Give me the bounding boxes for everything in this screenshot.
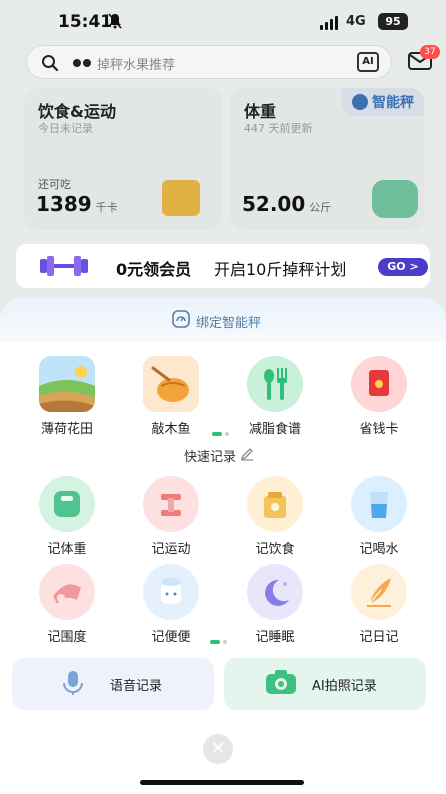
sheet-header: 绑定智能秤 xyxy=(0,298,446,342)
record-diary[interactable]: 记日记 xyxy=(334,564,424,645)
remaining-label: 还可吃 xyxy=(38,178,71,191)
record-diet[interactable]: 记饮食 xyxy=(230,476,320,557)
food-bag-icon xyxy=(247,476,303,532)
mail-badge: 37 xyxy=(420,45,440,59)
fork-spoon-icon xyxy=(247,356,303,412)
ai-photo-record-button[interactable]: AI拍照记录 xyxy=(224,658,426,710)
page-indicator xyxy=(210,640,227,644)
bind-scale-link[interactable]: 绑定智能秤 xyxy=(172,310,261,332)
feature-label: 省钱卡 xyxy=(359,422,399,437)
banner-subtitle: 开启10斤掉秤计划 xyxy=(214,260,347,279)
calorie-value: 1389 千卡 xyxy=(36,192,118,216)
search-placeholder: 掉秤水果推荐 xyxy=(97,58,176,73)
ai-scan-button[interactable]: AI xyxy=(357,52,379,72)
battery-icon: 95 xyxy=(378,13,408,30)
smart-scale-badge[interactable]: 智能秤 xyxy=(342,88,424,116)
feature-saving-card[interactable]: 省钱卡 xyxy=(334,356,424,437)
card-title: 饮食&运动 xyxy=(38,102,116,121)
mute-bell-icon xyxy=(108,13,122,33)
record-label: 记饮食 xyxy=(255,542,295,557)
voice-record-label: 语音记录 xyxy=(110,678,163,694)
card-subtitle: 447 天前更新 xyxy=(244,122,313,135)
record-exercise[interactable]: 记运动 xyxy=(126,476,216,557)
record-label: 记围度 xyxy=(47,630,87,645)
scale-gauge-icon xyxy=(172,310,190,332)
status-time: 15:41 xyxy=(58,12,113,32)
record-water[interactable]: 记喝水 xyxy=(334,476,424,557)
scale-gauge-icon xyxy=(352,94,368,110)
scale-icon xyxy=(372,180,418,218)
record-label: 记便便 xyxy=(151,630,191,645)
feature-label: 减脂食谱 xyxy=(248,422,301,437)
record-label: 记体重 xyxy=(47,542,87,557)
water-cup-icon xyxy=(351,476,407,532)
diet-exercise-card[interactable]: 饮食&运动 今日未记录 还可吃 1389 千卡 xyxy=(24,88,222,230)
toilet-paper-icon xyxy=(143,564,199,620)
microphone-icon xyxy=(58,667,88,701)
tape-measure-icon xyxy=(39,564,95,620)
search-bar[interactable]: 掉秤水果推荐 AI xyxy=(26,45,392,79)
record-sleep[interactable]: 记睡眠 xyxy=(230,564,320,645)
feather-pen-icon xyxy=(351,564,407,620)
farm-icon xyxy=(39,356,95,412)
scale-icon xyxy=(39,476,95,532)
close-icon: ✕ xyxy=(210,738,226,759)
quick-action-sheet: 绑定智能秤 薄荷花田 敲木鱼 减脂食谱 省钱卡 快速记录 记体重 记运动 记饮食… xyxy=(0,298,446,794)
dumbbell-icon xyxy=(143,476,199,532)
membership-banner[interactable]: 0元领会员 开启10斤掉秤计划 GO > xyxy=(16,244,430,288)
record-label: 记运动 xyxy=(151,542,191,557)
voice-record-button[interactable]: 语音记录 xyxy=(12,658,214,710)
home-indicator xyxy=(140,780,304,785)
record-bowel[interactable]: 记便便 xyxy=(126,564,216,645)
feature-label: 敲木鱼 xyxy=(151,422,191,437)
food-bag-icon xyxy=(162,180,200,216)
record-weight[interactable]: 记体重 xyxy=(22,476,112,557)
close-button[interactable]: ✕ xyxy=(203,734,233,764)
network-type: 4G xyxy=(346,14,366,29)
wooden-fish-icon xyxy=(143,356,199,412)
record-label: 记日记 xyxy=(359,630,399,645)
dumbbell-icon xyxy=(38,255,90,281)
feature-mint-farm[interactable]: 薄荷花田 xyxy=(22,356,112,437)
card-title: 体重 xyxy=(244,102,277,121)
feature-diet-recipe[interactable]: 减脂食谱 xyxy=(230,356,320,437)
search-icon xyxy=(41,54,59,76)
go-button[interactable]: GO > xyxy=(378,258,428,276)
moon-icon xyxy=(247,564,303,620)
red-envelope-icon xyxy=(351,356,407,412)
page-indicator xyxy=(212,432,229,436)
edit-pencil-icon[interactable] xyxy=(240,447,254,465)
ai-photo-record-label: AI拍照记录 xyxy=(312,678,377,694)
record-label: 记喝水 xyxy=(359,542,399,557)
weight-value: 52.00 公斤 xyxy=(242,192,332,216)
quick-record-title: 快速记录 xyxy=(184,446,254,465)
feature-label: 薄荷花田 xyxy=(40,422,93,437)
feature-wooden-fish[interactable]: 敲木鱼 xyxy=(126,356,216,437)
camera-icon xyxy=(264,668,298,700)
eyes-icon xyxy=(73,59,91,67)
status-bar: 15:41 4G 95 xyxy=(0,0,446,44)
weight-card[interactable]: 体重 447 天前更新 52.00 公斤 智能秤 xyxy=(230,88,424,230)
card-subtitle: 今日未记录 xyxy=(38,122,93,135)
record-label: 记睡眠 xyxy=(255,630,295,645)
signal-icon xyxy=(320,16,338,30)
record-measurement[interactable]: 记围度 xyxy=(22,564,112,645)
banner-title: 0元领会员 xyxy=(116,260,192,279)
